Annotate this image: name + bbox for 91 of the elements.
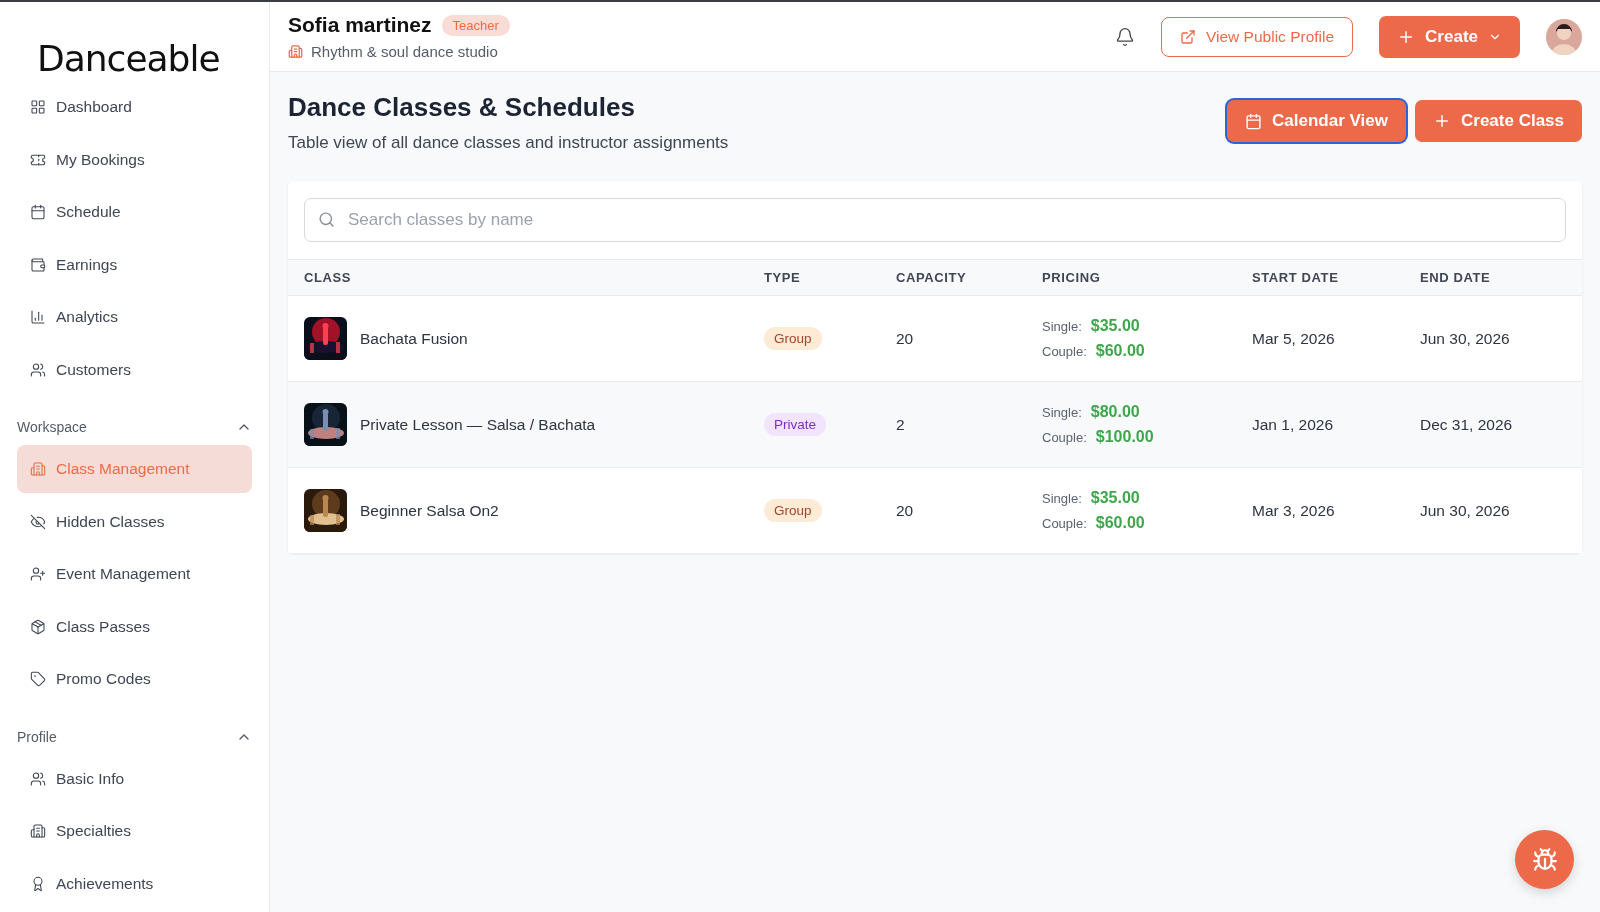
sidebar-item-label: Dashboard [56, 98, 132, 116]
price-value: $35.00 [1090, 489, 1140, 507]
price-label: Couple: [1042, 344, 1087, 359]
column-header: CAPACITY [896, 270, 968, 285]
type-tag: Group [764, 499, 822, 522]
sidebar-item[interactable]: Hidden Classes [17, 497, 252, 546]
sidebar-item-label: Basic Info [56, 769, 125, 788]
class-name: Bachata Fusion [360, 329, 468, 348]
price-value: $80.00 [1090, 403, 1140, 421]
sidebar-item-label: Schedule [56, 203, 121, 221]
sidebar-item[interactable]: My Bookings [17, 135, 252, 184]
sidebar-item[interactable]: Customers [17, 345, 252, 394]
role-badge: Teacher [441, 14, 510, 36]
class-name: Beginner Salsa On2 [360, 501, 499, 520]
sidebar-item-label: Earnings [56, 255, 118, 274]
page-subtitle: Table view of all dance classes and instructor assignments [288, 133, 729, 153]
notification-icon[interactable] [1115, 26, 1135, 47]
capacity-cell-text: 20 [896, 501, 915, 520]
grid-icon [30, 99, 46, 115]
search-icon [318, 211, 335, 228]
section-title: Workspace [17, 419, 87, 435]
column-header: END DATE [1420, 270, 1492, 285]
sidebar-item[interactable]: Achievements [17, 859, 252, 908]
building-icon [30, 823, 46, 839]
end-date-cell-text: Jun 30, 2026 [1420, 329, 1511, 348]
award-icon [30, 875, 46, 892]
price-label: Single: [1042, 491, 1082, 506]
sidebar-item-label: Class Passes [56, 617, 150, 636]
column-header: PRICING [1042, 270, 1102, 285]
price-value: $35.00 [1090, 317, 1140, 335]
user-name: Sofia martinez [288, 13, 432, 37]
column-header: CLASS [304, 270, 353, 285]
logo: Danceable [36, 37, 221, 81]
bug-report-button[interactable] [1515, 830, 1574, 889]
sidebar-item[interactable]: Basic Info [17, 754, 252, 803]
external-link-icon [1180, 28, 1196, 45]
sidebar-item-label: Event Management [56, 565, 191, 583]
studio-name: Rhythm & soul dance studio [311, 43, 498, 60]
calendar-icon [1245, 112, 1263, 130]
class-name: Private Lesson — Salsa / Bachata [360, 415, 596, 434]
price-value: $60.00 [1095, 342, 1145, 360]
price-label: Single: [1042, 405, 1082, 420]
building-icon [30, 461, 46, 477]
sidebar-item[interactable]: Specialties [17, 807, 252, 855]
sidebar-item[interactable]: Promo Codes [17, 655, 252, 703]
type-tag: Private [764, 413, 827, 436]
sidebar-item-label: Analytics [56, 308, 119, 326]
column-header: TYPE [764, 270, 802, 285]
users-icon [30, 770, 46, 787]
sidebar-item[interactable]: Earnings [17, 240, 252, 289]
sidebar-item[interactable]: Dashboard [17, 83, 252, 131]
sidebar-item[interactable]: Schedule [17, 188, 252, 236]
sidebar-item[interactable]: Analytics [17, 293, 252, 341]
sidebar-item-label: Class Management [56, 460, 190, 478]
end-date-cell-text: Jun 30, 2026 [1420, 501, 1511, 520]
box-icon [30, 618, 46, 635]
building-icon [288, 44, 303, 59]
type-tag: Group [764, 327, 822, 350]
users-icon [30, 361, 46, 378]
start-date-cell-text: Mar 3, 2026 [1252, 501, 1336, 520]
page-title: Dance Classes & Schedules [288, 92, 636, 123]
sidebar-item-label: My Bookings [56, 150, 145, 169]
tag-icon [30, 671, 46, 687]
section-title: Profile [17, 728, 57, 745]
avatar[interactable] [1546, 18, 1582, 55]
sidebar-item[interactable]: Event Management [17, 550, 252, 598]
start-date-cell-text: Mar 5, 2026 [1252, 329, 1336, 348]
sidebar-item-label: Achievements [56, 874, 154, 893]
price-label: Couple: [1042, 516, 1087, 531]
wallet-icon [30, 256, 46, 273]
sidebar-item-label: Hidden Classes [56, 512, 165, 531]
sidebar-item-label: Specialties [56, 822, 131, 840]
bar-chart-icon [30, 309, 46, 325]
eye-off-icon [30, 513, 46, 530]
price-value: $60.00 [1095, 514, 1145, 532]
capacity-cell-text: 20 [896, 329, 915, 348]
calendar-icon [30, 204, 46, 220]
price-label: Couple: [1042, 430, 1087, 445]
start-date-cell-text: Jan 1, 2026 [1252, 415, 1334, 434]
end-date-cell-text: Dec 31, 2026 [1420, 415, 1514, 434]
bug-icon [1531, 846, 1558, 873]
sidebar-item-label: Customers [56, 360, 131, 379]
plus-icon [1433, 112, 1451, 130]
sidebar-item[interactable]: Class Passes [17, 602, 252, 651]
price-label: Single: [1042, 319, 1082, 334]
capacity-cell-text: 2 [896, 415, 906, 434]
user-plus-icon [30, 566, 46, 582]
price-value: $100.00 [1095, 428, 1154, 446]
column-header: START DATE [1252, 270, 1340, 285]
sidebar-item-label: Promo Codes [56, 670, 151, 688]
search-field[interactable]: Search classes by name [304, 198, 1566, 242]
